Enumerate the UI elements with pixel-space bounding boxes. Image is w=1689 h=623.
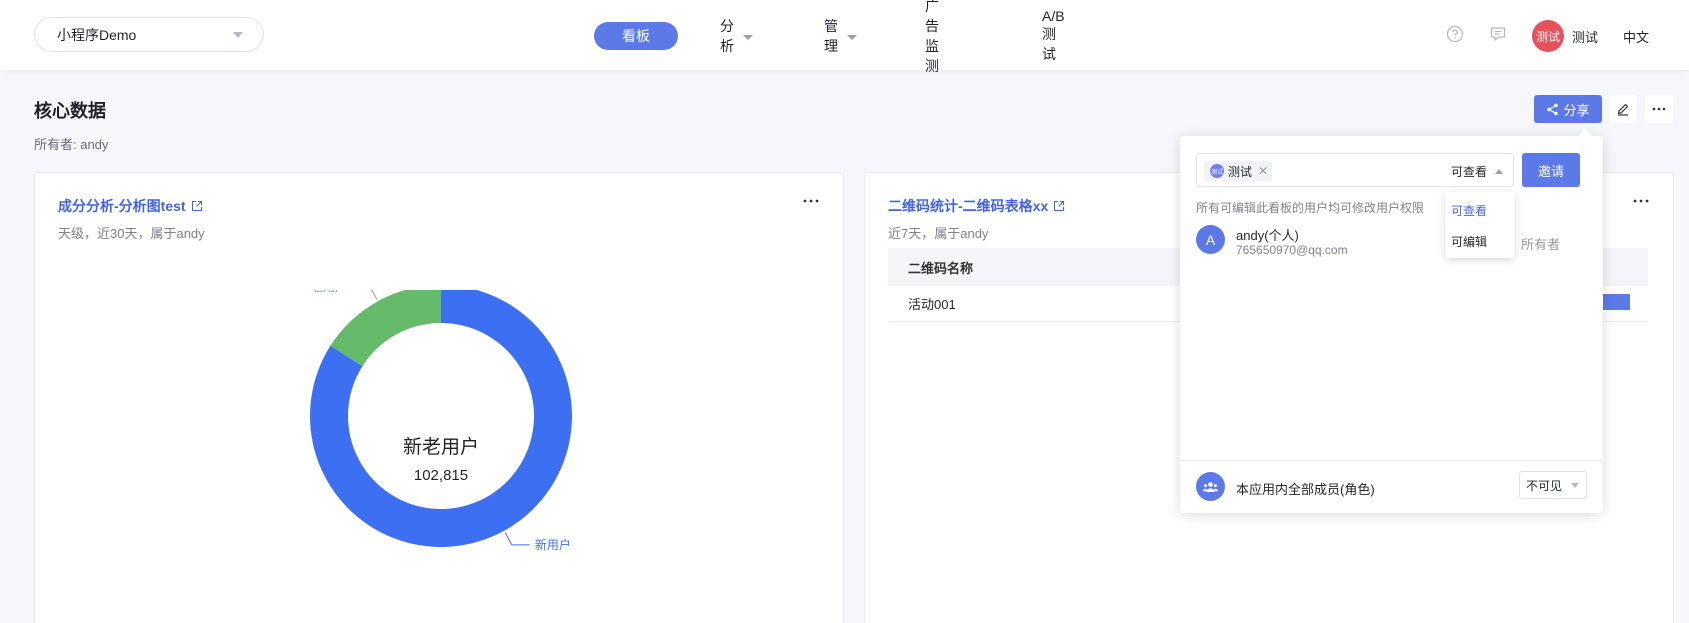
more-horizontal-icon	[1652, 107, 1666, 111]
card-title-link[interactable]: 成分分析-分析图test	[58, 196, 203, 216]
tag-avatar: 测试	[1210, 164, 1224, 178]
slice-label: 老用户	[311, 290, 347, 294]
chevron-down-icon	[233, 32, 243, 38]
app-selector-label: 小程序Demo	[57, 26, 137, 43]
more-actions-button[interactable]	[1645, 95, 1673, 123]
help-circle-icon[interactable]	[1446, 25, 1464, 43]
card-more-icon[interactable]	[803, 199, 819, 203]
slice-leader-line	[504, 532, 530, 546]
card-subtitle: 近7天，属于andy	[888, 226, 989, 241]
users-icon	[1203, 481, 1218, 492]
share-popover: 测试 测试 ✕ 可查看 邀请 所有可编辑此看板的用户均可修改用户权限 A and…	[1180, 136, 1603, 513]
member-avatar: A	[1196, 225, 1225, 254]
permission-value: 可查看	[1450, 165, 1487, 179]
user-avatar[interactable]: 测试	[1532, 20, 1564, 52]
visibility-select[interactable]: 不可见	[1519, 471, 1587, 499]
page-title: 核心数据	[34, 101, 106, 121]
owner-text: 所有者: andy	[34, 137, 109, 152]
group-avatar	[1196, 472, 1225, 501]
member-name: andy(个人)	[1236, 228, 1299, 243]
user-name[interactable]: 测试	[1572, 27, 1598, 46]
nav-item-label: 管理	[824, 18, 838, 54]
slice-leader-line	[371, 290, 378, 300]
external-link-icon	[1054, 200, 1065, 212]
external-link-icon	[191, 200, 202, 212]
chevron-up-icon	[1495, 169, 1503, 174]
visibility-value: 不可见	[1526, 478, 1563, 493]
message-icon[interactable]	[1489, 25, 1507, 43]
language-switch[interactable]: 中文	[1623, 27, 1649, 46]
permission-select[interactable]: 可查看	[1451, 163, 1503, 180]
close-icon[interactable]: ✕	[1258, 164, 1268, 178]
member-role: 所有者	[1521, 237, 1561, 252]
nav-item-label: A/B测试	[1042, 8, 1065, 62]
chart-center-value: 102,815	[414, 467, 468, 484]
permission-hint: 所有可编辑此看板的用户均可修改用户权限	[1196, 201, 1425, 215]
slice-label: 新用户	[535, 537, 571, 552]
card-subtitle: 天级，近30天，属于andy	[58, 226, 205, 241]
card-more-icon[interactable]	[1633, 199, 1649, 203]
chart-center-title: 新老用户	[403, 436, 479, 458]
nav-item-ad-monitoring[interactable]: 广告监测	[925, 0, 939, 74]
pie-slice[interactable]	[330, 290, 441, 367]
pencil-icon	[1617, 103, 1629, 116]
nav-item-dashboard[interactable]: 看板	[594, 22, 678, 50]
selected-user-tag: 测试 测试 ✕	[1204, 161, 1273, 181]
donut-chart: 新用户 老用户 新老用户 102,815	[310, 290, 572, 552]
nav-item-label: 分析	[720, 18, 734, 54]
popover-arrow	[1577, 129, 1593, 137]
card-title-link[interactable]: 二维码统计-二维码表格xx	[888, 196, 1065, 216]
group-label: 本应用内全部成员(角色)	[1236, 482, 1375, 497]
app-selector[interactable]: 小程序Demo	[34, 17, 264, 52]
nav-item-manage[interactable]: 管理	[824, 18, 857, 54]
table-cell: 活动001	[908, 297, 956, 312]
nav-item-label: 看板	[622, 28, 650, 44]
nav-item-analysis[interactable]: 分析	[720, 18, 753, 54]
share-icon	[1547, 103, 1559, 115]
column-header: 二维码名称	[908, 260, 974, 276]
permission-dropdown: 可查看 可编辑	[1445, 192, 1515, 258]
chevron-down-icon	[847, 34, 857, 40]
permission-option-view[interactable]: 可查看	[1445, 195, 1515, 225]
tag-label: 测试	[1228, 164, 1253, 179]
chevron-down-icon	[743, 34, 753, 40]
invite-button[interactable]: 邀请	[1522, 153, 1580, 187]
share-button[interactable]: 分享	[1534, 95, 1602, 123]
edit-button[interactable]	[1609, 95, 1637, 123]
chevron-down-icon	[1571, 483, 1579, 488]
divider	[1180, 460, 1603, 461]
invite-user-input[interactable]: 测试 测试 ✕ 可查看	[1196, 153, 1514, 187]
permission-option-edit[interactable]: 可编辑	[1445, 226, 1515, 256]
member-email: 765650970@qq.com	[1236, 243, 1348, 257]
share-button-label: 分享	[1563, 102, 1590, 118]
top-navigation-bar: 小程序Demo 看板 分析 管理 广告监测 A/B测试 测试 测试 中文	[0, 0, 1689, 74]
nav-item-label: 广告监测	[925, 0, 939, 74]
nav-item-ab-test[interactable]: A/B测试	[1042, 8, 1065, 62]
